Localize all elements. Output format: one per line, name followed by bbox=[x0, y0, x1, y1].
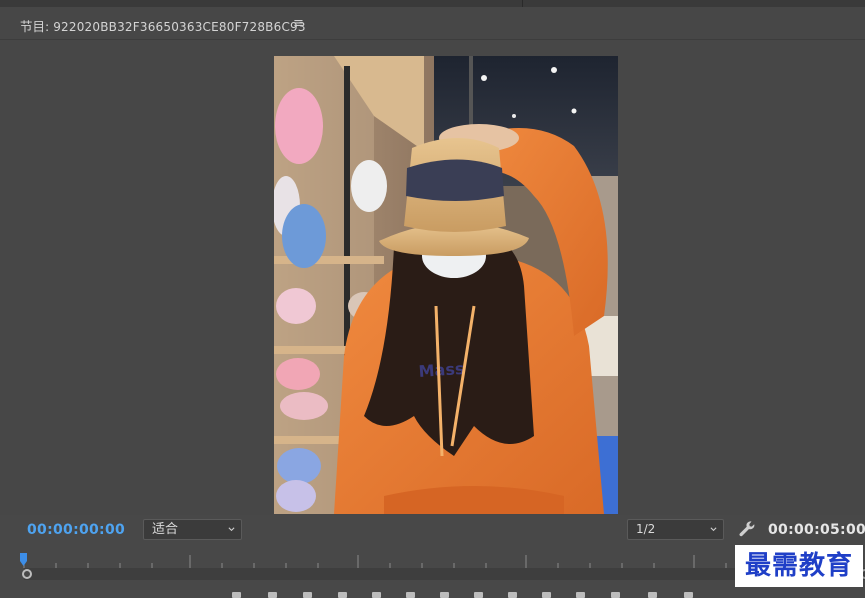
transport-button[interactable] bbox=[440, 592, 449, 598]
transport-button[interactable] bbox=[684, 592, 693, 598]
monitor-controls: 00:00:00:00 适合 1/2 00:00:05:00 bbox=[0, 515, 865, 549]
top-panel-strip bbox=[0, 0, 865, 7]
playhead[interactable] bbox=[19, 553, 28, 566]
transport-button[interactable] bbox=[268, 592, 277, 598]
duration-timecode: 00:00:05:00 bbox=[768, 522, 865, 538]
transport-button[interactable] bbox=[406, 592, 415, 598]
transport-button[interactable] bbox=[303, 592, 312, 598]
program-monitor-header: 节目: 922020BB32F36650363CE80F728B6C93 ≡ bbox=[0, 7, 865, 40]
transport-button[interactable] bbox=[542, 592, 551, 598]
hamburger-menu-icon[interactable]: ≡ bbox=[293, 16, 304, 31]
transport-button[interactable] bbox=[648, 592, 657, 598]
transport-button[interactable] bbox=[372, 592, 381, 598]
wrench-icon[interactable] bbox=[737, 519, 757, 539]
zoom-level-select[interactable]: 适合 bbox=[143, 519, 242, 540]
zoom-scroll-start-handle[interactable] bbox=[22, 569, 32, 579]
playback-resolution-value: 1/2 bbox=[636, 522, 656, 536]
transport-button[interactable] bbox=[232, 592, 241, 598]
transport-button[interactable] bbox=[508, 592, 517, 598]
svg-text:Mass: Mass bbox=[418, 359, 465, 381]
transport-button[interactable] bbox=[474, 592, 483, 598]
sequence-name: 922020BB32F36650363CE80F728B6C93 bbox=[53, 20, 306, 34]
chevron-down-icon bbox=[710, 527, 717, 532]
panel-divider bbox=[522, 0, 523, 7]
playback-resolution-select[interactable]: 1/2 bbox=[627, 519, 724, 540]
video-frame-image: Mass bbox=[274, 56, 618, 514]
transport-controls bbox=[0, 588, 865, 598]
chevron-down-icon bbox=[228, 527, 235, 532]
video-frame: Mass bbox=[274, 56, 618, 514]
program-viewer[interactable]: Mass bbox=[0, 40, 865, 515]
zoom-level-value: 适合 bbox=[152, 522, 179, 537]
watermark-logo: 最需教育 bbox=[735, 545, 863, 587]
panel-label: 节目: bbox=[20, 19, 50, 34]
transport-button[interactable] bbox=[611, 592, 620, 598]
transport-button[interactable] bbox=[338, 592, 347, 598]
panel-title[interactable]: 节目: 922020BB32F36650363CE80F728B6C93 bbox=[20, 16, 306, 35]
current-timecode[interactable]: 00:00:00:00 bbox=[27, 522, 125, 538]
transport-button[interactable] bbox=[576, 592, 585, 598]
